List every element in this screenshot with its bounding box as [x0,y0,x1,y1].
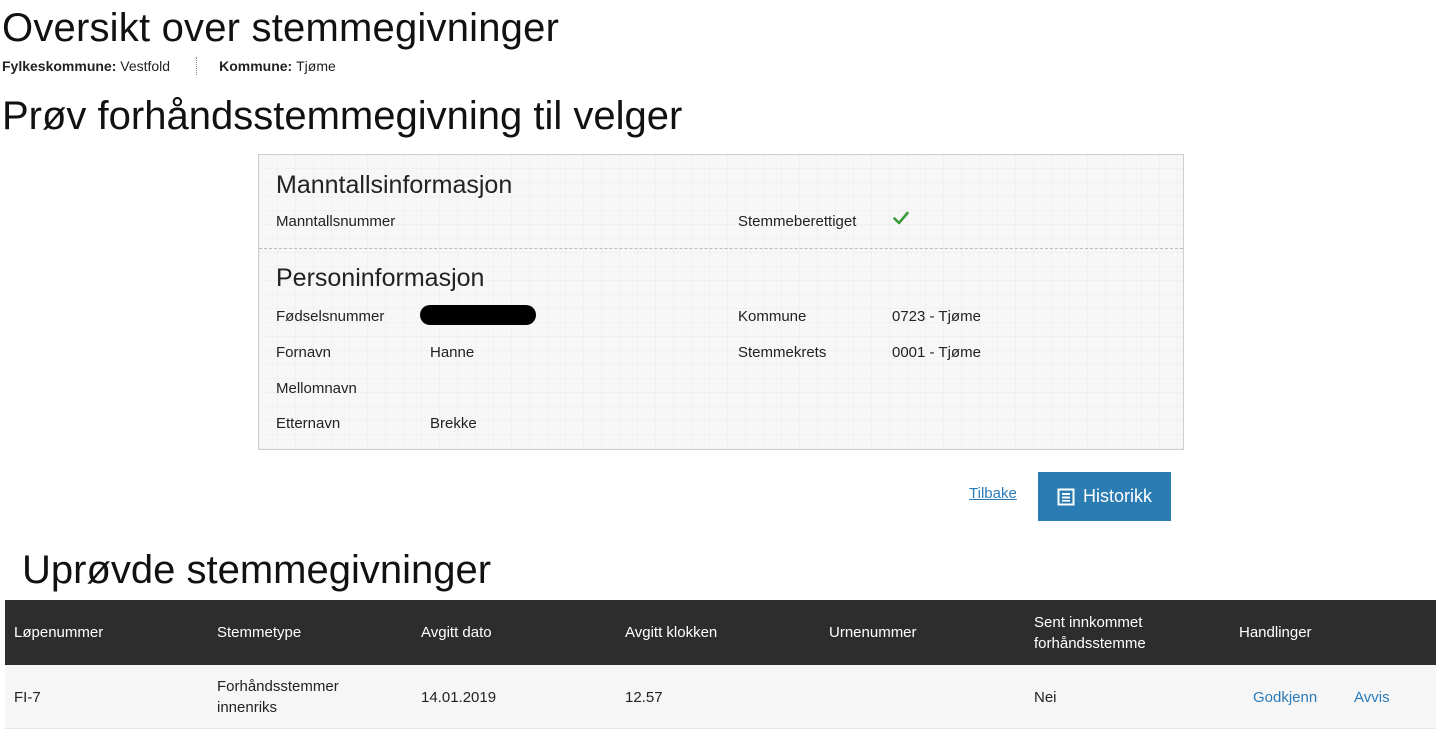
person-info-heading: Personinformasjon [276,264,485,292]
column-header-time: Avgitt klokken [625,624,718,641]
last-name-value: Brekke [430,415,477,432]
cell-late: Nei [1034,688,1057,706]
registry-number-label: Manntallsnummer [276,213,396,230]
district-label: Stemmekrets [738,344,827,361]
column-header-type: Stemmetype [217,624,302,641]
check-icon [893,211,909,225]
table-header: Løpenummer Stemmetype Avgitt dato Avgitt… [5,600,1436,665]
municipality-label-person: Kommune [738,308,807,325]
cell-number: FI-7 [14,688,41,706]
column-header-actions: Handlinger [1239,624,1312,641]
column-header-date: Avgitt dato [421,624,492,641]
ssn-label: Fødselsnummer [276,308,385,325]
section-title: Prøv forhåndsstemmegivning til velger [2,94,683,138]
cell-type: Forhåndsstemmer innenriks [217,678,339,716]
list-icon [1057,488,1075,505]
column-header-urn: Urnenummer [829,624,917,641]
panel-divider [259,248,1183,249]
voter-info-panel: Manntallsinformasjon Manntallsnummer Ste… [258,154,1184,450]
middle-name-label: Mellomnavn [276,380,357,397]
unverified-title: Uprøvde stemmegivninger [22,548,492,592]
history-button[interactable]: Historikk [1038,472,1171,521]
county-value: Vestfold [120,58,171,74]
registry-info-heading: Manntallsinformasjon [276,171,513,199]
back-link[interactable]: Tilbake [969,485,1017,502]
first-name-value: Hanne [430,344,475,361]
district-value: 0001 - Tjøme [892,344,981,361]
municipality-value: Tjøme [296,58,336,74]
column-header-late: Sent innkommet forhåndsstemme [1034,613,1146,652]
unverified-table: Løpenummer Stemmetype Avgitt dato Avgitt… [5,600,1436,729]
first-name-label: Fornavn [276,344,332,361]
ssn-redaction [420,305,536,325]
column-header-number: Løpenummer [14,624,104,641]
cell-time: 12.57 [625,688,663,706]
page-title: Oversikt over stemmegivninger [2,6,560,50]
approve-link[interactable]: Godkjenn [1253,665,1317,729]
county-label: Fylkeskommune: [2,58,117,74]
context-bar: Fylkeskommune: Vestfold Kommune: Tjøme [2,57,336,75]
municipality-value-person: 0723 - Tjøme [892,308,981,325]
context-divider [196,57,198,75]
municipality-label: Kommune: [219,58,293,74]
table-row: FI-7 Forhåndsstemmer innenriks 14.01.201… [5,665,1436,729]
reject-link[interactable]: Avvis [1354,665,1390,729]
eligible-label: Stemmeberettiget [738,213,857,230]
history-button-label: Historikk [1082,486,1152,506]
last-name-label: Etternavn [276,415,341,432]
cell-date: 14.01.2019 [421,688,497,706]
